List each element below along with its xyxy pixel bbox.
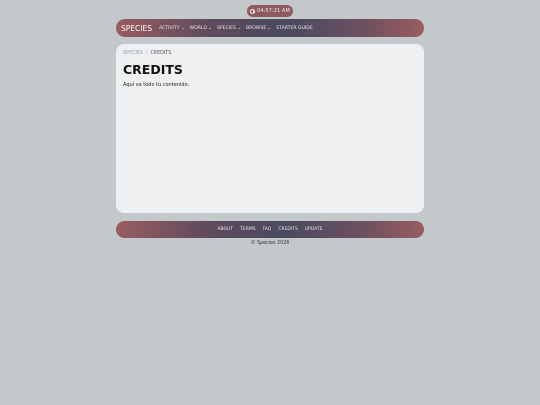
nav-browse[interactable]: BROWSE [246, 26, 271, 31]
chevron-down-icon [268, 27, 271, 29]
copyright-text: © Species 2026 [250, 241, 290, 246]
nav-species[interactable]: SPECIES [217, 26, 240, 31]
page-title: CREDITS [123, 62, 183, 77]
nav-world[interactable]: WORLD [190, 26, 211, 31]
footer-link-credits[interactable]: CREDITS [278, 227, 298, 232]
chevron-down-icon [181, 27, 184, 29]
chevron-down-icon [237, 27, 240, 29]
footer-link-faq[interactable]: FAQ [263, 227, 272, 232]
chevron-down-icon [208, 27, 211, 29]
nav-starter-guide[interactable]: STARTER GUIDE [276, 26, 312, 31]
breadcrumb-separator: / [145, 51, 148, 56]
breadcrumb-current: CREDITS [150, 51, 172, 56]
breadcrumb: SPECIES / CREDITS [123, 51, 417, 56]
page-content: Aquí va todo tu contenido. [123, 82, 190, 88]
top-navbar: SPECIES ACTIVITY WORLD SPECIES BROWSE ST… [116, 19, 424, 37]
nav-activity[interactable]: ACTIVITY [159, 26, 184, 31]
brand-logo[interactable]: SPECIES [121, 24, 152, 33]
clock-icon [250, 8, 256, 14]
footer-nav: ABOUT TERMS FAQ CREDITS UPDATE [116, 221, 424, 238]
footer-link-terms[interactable]: TERMS [240, 227, 255, 232]
content-card: SPECIES / CREDITS CREDITS Aquí va todo t… [116, 44, 424, 213]
clock-time: 04:57:21 AM [257, 8, 290, 14]
footer-link-update[interactable]: UPDATE [305, 227, 323, 232]
footer-link-about[interactable]: ABOUT [217, 227, 233, 232]
clock-badge: 04:57:21 AM [247, 5, 293, 17]
breadcrumb-root[interactable]: SPECIES [123, 51, 143, 56]
